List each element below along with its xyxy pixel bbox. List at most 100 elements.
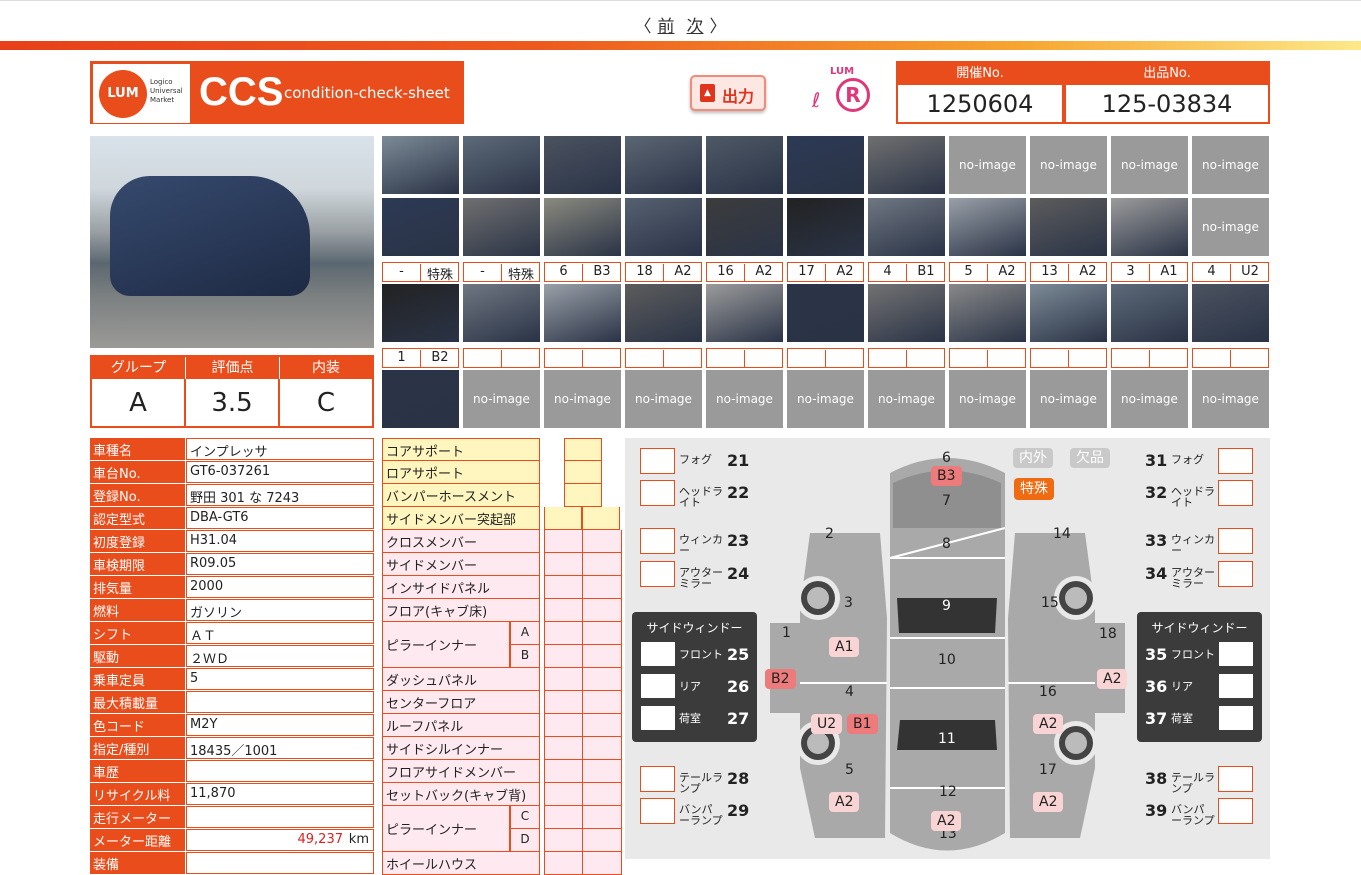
vehicle-thumbnail[interactable] <box>787 136 864 194</box>
right-lamp-checkbox[interactable] <box>1218 528 1253 554</box>
damage-badge[interactable]: A2 <box>1033 714 1064 734</box>
frame-part-cell[interactable] <box>544 691 584 714</box>
vehicle-thumbnail[interactable] <box>706 284 783 342</box>
frame-part-cell[interactable] <box>582 507 620 530</box>
frame-part-cell[interactable] <box>582 806 622 829</box>
vehicle-thumbnail[interactable] <box>544 136 621 194</box>
frame-part-cell[interactable] <box>582 714 622 737</box>
frame-part-cell[interactable] <box>582 622 622 645</box>
frame-part-cell[interactable] <box>564 438 602 461</box>
left-lamp-checkbox[interactable] <box>640 798 675 824</box>
frame-part-cell[interactable] <box>544 783 584 806</box>
vehicle-thumbnail[interactable] <box>544 284 621 342</box>
vehicle-thumbnail[interactable] <box>1192 284 1269 342</box>
vehicle-thumbnail[interactable] <box>382 198 459 256</box>
frame-part-cell[interactable] <box>582 852 622 875</box>
damage-badge[interactable]: A2 <box>829 792 860 812</box>
side-window-checkbox[interactable] <box>1219 706 1253 730</box>
vehicle-thumbnail[interactable] <box>787 284 864 342</box>
damage-badge[interactable]: A1 <box>829 637 860 657</box>
frame-part-cell[interactable] <box>582 737 622 760</box>
frame-part-cell[interactable] <box>582 668 622 691</box>
vehicle-thumbnail[interactable] <box>382 284 459 342</box>
next-link[interactable]: 次 <box>687 17 704 37</box>
left-lamp-checkbox[interactable] <box>640 480 675 506</box>
vehicle-thumbnail[interactable] <box>949 198 1026 256</box>
damage-badge[interactable]: U2 <box>811 714 843 734</box>
right-lamp-checkbox[interactable] <box>1218 766 1253 792</box>
vehicle-thumbnail[interactable] <box>868 198 945 256</box>
frame-part-cell[interactable] <box>544 553 584 576</box>
vehicle-thumbnail[interactable] <box>382 370 459 428</box>
vehicle-thumbnail[interactable] <box>463 284 540 342</box>
damage-label <box>868 348 945 368</box>
prev-link[interactable]: 前 <box>658 17 675 37</box>
side-window-checkbox[interactable] <box>1219 674 1253 698</box>
frame-part-cell[interactable] <box>544 737 584 760</box>
output-pdf-button[interactable]: ▲ 出力 <box>690 75 766 111</box>
vehicle-thumbnail[interactable] <box>868 136 945 194</box>
frame-part-cell[interactable] <box>544 507 582 530</box>
frame-part-cell[interactable] <box>582 530 622 553</box>
frame-part-cell[interactable] <box>582 829 622 852</box>
left-lamp-checkbox[interactable] <box>640 448 675 474</box>
interior-exterior-tag[interactable]: 内外 <box>1013 448 1053 468</box>
vehicle-thumbnail[interactable] <box>1030 284 1107 342</box>
side-window-checkbox[interactable] <box>641 642 675 666</box>
frame-part-cell[interactable] <box>582 783 622 806</box>
damage-badge[interactable]: B1 <box>847 714 878 734</box>
left-lamp-checkbox[interactable] <box>640 766 675 792</box>
frame-part-cell[interactable] <box>544 714 584 737</box>
frame-part-cell[interactable] <box>582 760 622 783</box>
frame-part-cell[interactable] <box>544 852 584 875</box>
damage-badge[interactable]: A2 <box>1097 669 1128 689</box>
frame-part-cell[interactable] <box>582 691 622 714</box>
vehicle-thumbnail[interactable] <box>625 198 702 256</box>
frame-part-cell[interactable] <box>544 576 584 599</box>
right-lamp-checkbox[interactable] <box>1218 798 1253 824</box>
vehicle-thumbnail[interactable] <box>868 284 945 342</box>
frame-part-cell[interactable] <box>544 530 584 553</box>
frame-part-cell[interactable] <box>544 599 584 622</box>
left-lamp-checkbox[interactable] <box>640 561 675 587</box>
right-lamp-checkbox[interactable] <box>1218 480 1253 506</box>
frame-part-cell[interactable] <box>544 622 584 645</box>
frame-part-cell[interactable] <box>544 806 584 829</box>
vehicle-thumbnail[interactable] <box>463 136 540 194</box>
right-lamp-checkbox[interactable] <box>1218 561 1253 587</box>
special-tag[interactable]: 特殊 <box>1014 478 1054 500</box>
vehicle-thumbnail[interactable] <box>949 284 1026 342</box>
frame-part-cell[interactable] <box>582 553 622 576</box>
vehicle-thumbnail[interactable] <box>1111 284 1188 342</box>
damage-badge[interactable]: A2 <box>931 811 962 831</box>
side-window-checkbox[interactable] <box>641 674 675 698</box>
damage-badge[interactable]: B3 <box>931 466 962 486</box>
vehicle-thumbnail[interactable] <box>463 198 540 256</box>
frame-part-cell[interactable] <box>544 645 584 668</box>
vehicle-thumbnail[interactable] <box>706 136 783 194</box>
left-lamp-checkbox[interactable] <box>640 528 675 554</box>
frame-part-cell[interactable] <box>564 461 602 484</box>
side-window-checkbox[interactable] <box>641 706 675 730</box>
damage-badge[interactable]: B2 <box>765 669 796 689</box>
frame-part-cell[interactable] <box>582 576 622 599</box>
vehicle-thumbnail[interactable] <box>544 198 621 256</box>
vehicle-thumbnail[interactable] <box>382 136 459 194</box>
frame-part-cell[interactable] <box>544 760 584 783</box>
frame-part-cell[interactable] <box>564 484 602 507</box>
right-lamp-checkbox[interactable] <box>1218 448 1253 474</box>
vehicle-thumbnail[interactable] <box>1111 198 1188 256</box>
damage-badge[interactable]: A2 <box>1033 792 1064 812</box>
main-vehicle-photo[interactable] <box>90 136 374 348</box>
frame-part-cell[interactable] <box>544 829 584 852</box>
vehicle-thumbnail[interactable] <box>787 198 864 256</box>
frame-part-cell[interactable] <box>582 645 622 668</box>
vehicle-thumbnail[interactable] <box>625 136 702 194</box>
vehicle-thumbnail[interactable] <box>1030 198 1107 256</box>
frame-part-cell[interactable] <box>544 668 584 691</box>
frame-part-cell[interactable] <box>582 599 622 622</box>
vehicle-thumbnail[interactable] <box>706 198 783 256</box>
missing-tag[interactable]: 欠品 <box>1070 448 1110 468</box>
vehicle-thumbnail[interactable] <box>625 284 702 342</box>
side-window-checkbox[interactable] <box>1219 642 1253 666</box>
